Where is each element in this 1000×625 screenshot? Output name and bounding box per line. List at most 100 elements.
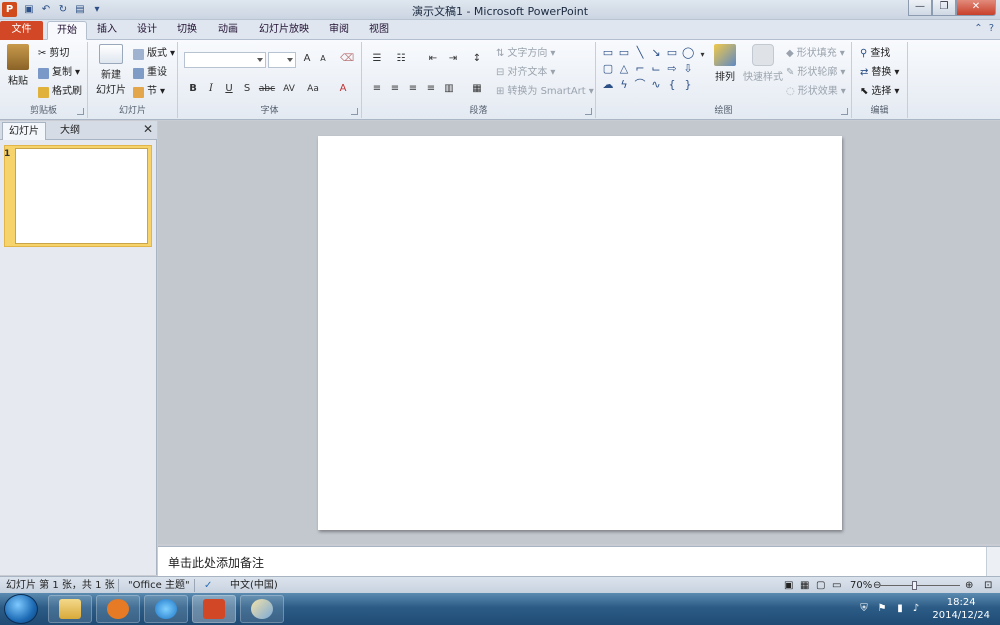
spell-check-icon[interactable]: ✓ [204,579,212,592]
cut-button[interactable]: ✂ 剪切 [38,46,69,62]
distributed-icon[interactable]: ▥ [442,82,456,96]
reading-view-icon[interactable]: ▢ [816,579,825,592]
close-pane-icon[interactable]: ✕ [143,122,153,136]
shape-outline-button[interactable]: ✎ 形状轮廓 ▾ [786,65,845,81]
down-arrow-shape-icon[interactable]: ⇩ [682,63,694,74]
section-button[interactable]: 节 ▾ [133,84,165,100]
zoom-in-icon[interactable]: ⊕ [965,579,973,592]
triangle-shape-icon[interactable]: △ [618,63,630,74]
elbow-arrow-shape-icon[interactable]: ⌙ [650,63,662,74]
paragraph-launcher-icon[interactable] [585,108,592,115]
tab-slideshow[interactable]: 幻灯片放映 [252,21,316,40]
zoom-slider[interactable] [880,585,960,586]
align-text-button[interactable]: ⊟ 对齐文本 ▾ [496,65,555,81]
convert-smartart-button[interactable]: ⊞ 转换为 SmartArt ▾ [496,84,594,100]
line-spacing-icon[interactable]: ↕ [470,52,484,66]
arrow-line-shape-icon[interactable]: ↘ [650,47,662,58]
taskbar-browser[interactable] [144,595,188,623]
slide-sorter-icon[interactable]: ▦ [800,579,809,592]
italic-button[interactable]: I [204,82,218,96]
start-button-icon[interactable] [4,594,38,624]
oval-shape-icon[interactable]: ◯ [682,47,694,58]
tab-animations[interactable]: 动画 [211,21,245,40]
change-case-button[interactable]: Aa [304,82,322,96]
justify-icon[interactable]: ≡ [424,82,438,96]
font-size-combo[interactable] [268,52,296,68]
rectangle-shape-icon[interactable]: ▭ [666,47,678,58]
lightning-shape-icon[interactable]: ϟ [618,79,630,90]
gallery-more-icon[interactable]: ▾ [698,48,707,62]
tab-outline[interactable]: 大纲 [50,122,90,140]
align-left-icon[interactable]: ≡ [370,82,384,96]
new-slide-button[interactable]: 新建 幻灯片 [92,44,130,96]
char-spacing-button[interactable]: AV [280,82,298,96]
vertical-textbox-shape-icon[interactable]: ▭ [618,47,630,58]
fit-to-window-icon[interactable]: ⊡ [984,579,992,592]
shapes-gallery[interactable]: ▭ ▭ ╲ ↘ ▭ ◯ ▢ △ ⌐ ⌙ ⇨ ⇩ ☁ ϟ ⌒ ∿ { } [596,44,696,90]
security-icon[interactable]: ⛨ [858,603,870,615]
grow-font-button[interactable]: A [300,52,314,66]
format-painter-button[interactable]: 格式刷 [38,84,82,100]
decrease-indent-icon[interactable]: ⇤ [426,52,440,66]
align-center-icon[interactable]: ≡ [388,82,402,96]
restore-icon[interactable]: ❐ [932,0,956,16]
numbering-icon[interactable]: ☷ [394,52,408,66]
right-arrow-shape-icon[interactable]: ⇨ [666,63,678,74]
shape-fill-button[interactable]: ◆ 形状填充 ▾ [786,46,845,62]
tab-home[interactable]: 开始 [47,21,87,40]
notes-scrollbar[interactable] [986,547,1000,577]
paste-button[interactable]: 粘贴 [4,44,32,87]
elbow-connector-shape-icon[interactable]: ⌐ [634,63,646,74]
right-brace-shape-icon[interactable]: } [682,79,694,90]
shrink-font-button[interactable]: A [316,52,330,66]
zoom-level[interactable]: 70% [850,579,872,592]
slide-canvas[interactable] [318,136,842,530]
increase-indent-icon[interactable]: ⇥ [446,52,460,66]
theme-status[interactable]: "Office 主题" [128,579,190,592]
reset-button[interactable]: 重设 [133,65,167,81]
taskbar-pdf[interactable] [96,595,140,623]
quick-styles-button[interactable]: 快速样式 [742,44,784,83]
copy-button[interactable]: 复制 ▾ [38,65,80,81]
curve-shape-icon[interactable]: ∿ [650,79,662,90]
tab-design[interactable]: 设计 [130,21,164,40]
taskbar-explorer[interactable] [48,595,92,623]
tab-file[interactable]: 文件 [0,21,43,40]
network-icon[interactable]: ▮ [894,603,906,615]
rounded-rect-shape-icon[interactable]: ▢ [602,63,614,74]
volume-icon[interactable]: ♪ [910,603,922,615]
tab-insert[interactable]: 插入 [90,21,124,40]
font-color-button[interactable]: A [336,82,350,96]
close-window-icon[interactable]: ✕ [956,0,996,16]
normal-view-icon[interactable]: ▣ [784,579,793,592]
columns-icon[interactable]: ▦ [470,82,484,96]
underline-button[interactable]: U [222,82,236,96]
layout-button[interactable]: 版式 ▾ [133,46,175,62]
zoom-slider-thumb[interactable] [912,581,917,590]
select-button[interactable]: ⬉ 选择 ▾ [860,84,899,100]
action-center-icon[interactable]: ⚑ [876,603,888,615]
text-direction-button[interactable]: ⇅ 文字方向 ▾ [496,46,555,62]
left-brace-shape-icon[interactable]: { [666,79,678,90]
font-name-combo[interactable] [184,52,266,68]
clock[interactable]: 18:24 2014/12/24 [932,596,990,622]
bold-button[interactable]: B [186,82,200,96]
help-icon[interactable]: ? [989,23,994,34]
bullets-icon[interactable]: ☰ [370,52,384,66]
clipboard-launcher-icon[interactable] [77,108,84,115]
clear-format-icon[interactable]: ⌫ [340,52,354,66]
cloud-shape-icon[interactable]: ☁ [602,79,614,90]
font-launcher-icon[interactable] [351,108,358,115]
slideshow-view-icon[interactable]: ▭ [832,579,841,592]
tab-review[interactable]: 审阅 [322,21,356,40]
text-shadow-button[interactable]: S [240,82,254,96]
shape-effects-button[interactable]: ◌ 形状效果 ▾ [786,84,846,100]
notes-pane[interactable]: 单击此处添加备注 [158,546,1000,577]
arc-shape-icon[interactable]: ⌒ [634,79,646,90]
minimize-icon[interactable]: — [908,0,932,16]
align-right-icon[interactable]: ≡ [406,82,420,96]
drawing-launcher-icon[interactable] [841,108,848,115]
taskbar-powerpoint[interactable] [192,595,236,623]
language-status[interactable]: 中文(中国) [230,579,278,592]
replace-button[interactable]: ⇄ 替换 ▾ [860,65,899,81]
